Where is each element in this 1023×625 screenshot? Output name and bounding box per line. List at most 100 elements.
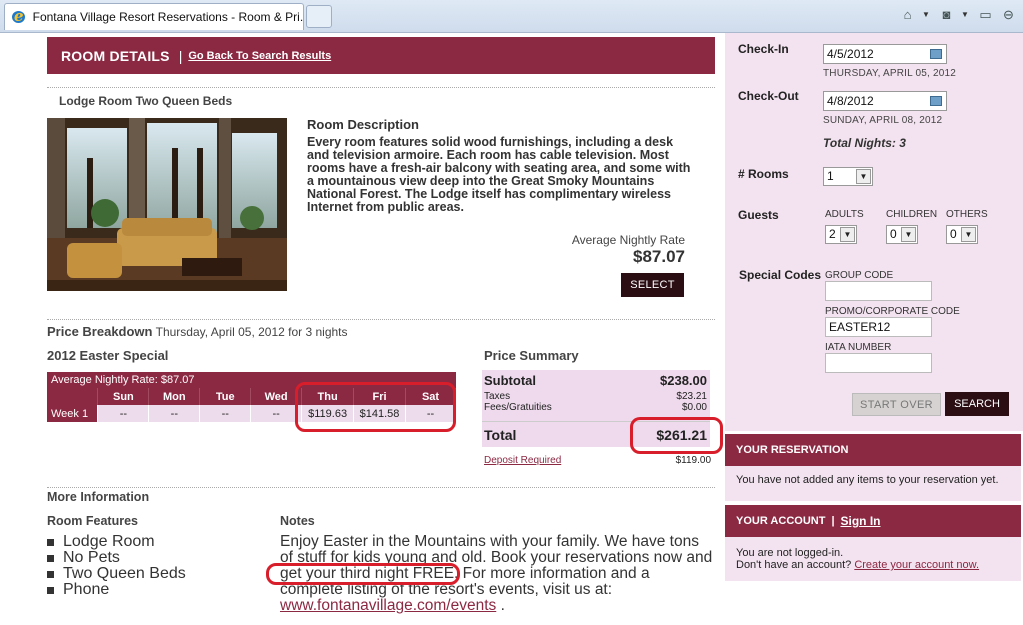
fees-label: Fees/Gratuities [484,402,552,413]
day-header: Fri [353,388,407,405]
promo-code-label: PROMO/CORPORATE CODE [825,306,960,317]
your-account-title: YOUR ACCOUNT [736,515,826,527]
your-account-header: YOUR ACCOUNT | Sign In [725,505,1021,537]
room-details-header: ROOM DETAILS | Go Back To Search Results [47,37,715,74]
rate-table-corner [47,388,99,405]
room-features-list: Lodge Room No Pets Two Queen Beds Phone [47,534,186,598]
bullet-icon [47,554,54,562]
room-features-title: Room Features [47,514,138,528]
your-reservation-title: YOUR RESERVATION [736,444,849,456]
group-code-input[interactable] [825,281,932,301]
rate-cell: -- [405,405,456,422]
rate-cell: -- [148,405,201,422]
search-button[interactable]: SEARCH [945,392,1009,416]
your-account-body: You are not logged-in. Don't have an acc… [725,537,1021,581]
iata-number-input[interactable] [825,353,932,373]
home-dropdown-icon[interactable]: ▼ [922,10,932,19]
group-code-label: GROUP CODE [825,270,894,281]
day-header: Mon [148,388,201,405]
rate-table-average: Average Nightly Rate: $87.07 [47,372,456,388]
list-item: Two Queen Beds [47,566,186,582]
calendar-icon[interactable] [930,96,942,106]
no-account-text: Don't have an account? [736,559,852,571]
your-reservation-header: YOUR RESERVATION [725,434,1021,466]
price-summary-title: Price Summary [484,348,579,363]
calendar-icon[interactable] [930,49,942,59]
new-tab-button[interactable] [306,5,332,28]
chevron-down-icon[interactable]: ▼ [901,227,916,242]
select-button[interactable]: SELECT [621,273,684,297]
your-reservation-body: You have not added any items to your res… [725,466,1021,501]
feature-text: No Pets [63,549,120,566]
notes-text: Enjoy Easter in the Mountains with your … [280,533,713,598]
more-information-title: More Information [47,487,715,504]
deposit-required-link[interactable]: Deposit Required [484,455,561,466]
checkin-label: Check-In [738,42,789,56]
list-item: Phone [47,582,186,598]
account-separator: | [831,515,835,527]
list-item: No Pets [47,550,186,566]
subtotal-label: Subtotal [484,373,536,388]
rooms-value: 1 [827,169,834,183]
notes-title: Notes [280,514,315,528]
feeds-dropdown-icon[interactable]: ▼ [961,10,971,19]
header-separator: | [178,47,183,64]
special-codes-label: Special Codes [739,268,822,282]
room-description-title: Room Description [307,117,419,132]
tools-icon[interactable]: ⊖ [1000,6,1017,23]
price-summary-box: Subtotal $238.00 Taxes $23.21 Fees/Gratu… [482,370,710,428]
sign-in-link[interactable]: Sign In [841,514,881,528]
rooms-select[interactable]: 1 ▼ [823,167,873,186]
checkin-input[interactable]: 4/5/2012 [823,44,947,64]
room-photo [47,118,287,291]
price-breakdown-header: Price Breakdown Thursday, April 05, 2012… [47,319,715,339]
average-rate-price: $87.07 [633,247,685,266]
feeds-icon[interactable]: ◙ [938,6,955,23]
week-label: Week 1 [47,405,99,422]
list-item: Lodge Room [47,534,186,550]
home-icon[interactable]: ⌂ [899,6,916,23]
others-select[interactable]: 0 ▼ [946,225,978,244]
adults-select[interactable]: 2 ▼ [825,225,857,244]
page-icon[interactable]: ▭ [977,6,994,23]
room-name: Lodge Room Two Queen Beds [47,87,715,108]
notes-end: . [500,597,505,614]
taxes-label: Taxes [484,391,511,402]
create-account-link[interactable]: Create your account now. [854,559,979,571]
rate-cell: $119.63 [301,405,355,422]
feature-text: Two Queen Beds [63,565,186,582]
checkout-value: 4/8/2012 [827,94,874,108]
checkin-value: 4/5/2012 [827,47,874,61]
special-title: 2012 Easter Special [47,348,169,363]
back-to-results-link[interactable]: Go Back To Search Results [188,50,331,62]
checkin-day: THURSDAY, APRIL 05, 2012 [823,68,957,79]
notes-body: Enjoy Easter in the Mountains with your … [280,534,716,614]
children-value: 0 [890,227,897,241]
price-breakdown-subtitle: Thursday, April 05, 2012 for 3 nights [155,325,348,339]
deposit-value: $119.00 [675,455,711,466]
total-row: Total $261.21 [482,421,710,447]
bullet-icon [47,538,54,546]
start-over-button[interactable]: START OVER [852,393,941,416]
iata-number-label: IATA NUMBER [825,342,892,353]
rate-cell: -- [199,405,252,422]
feature-text: Lodge Room [63,533,155,550]
reservation-message: You have not added any items to your res… [736,474,999,486]
total-value: $261.21 [656,427,707,443]
chevron-down-icon[interactable]: ▼ [840,227,855,242]
ie-icon [11,7,27,25]
browser-toolbar: Fontana Village Resort Reservations - Ro… [0,0,1023,33]
chevron-down-icon[interactable]: ▼ [856,169,871,184]
chevron-down-icon[interactable]: ▼ [961,227,976,242]
adults-value: 2 [829,227,836,241]
promo-code-input[interactable]: EASTER12 [825,317,932,337]
bullet-icon [47,586,54,594]
day-header: Thu [301,388,355,405]
taxes-value: $23.21 [676,391,707,402]
events-link[interactable]: www.fontanavillage.com/events [280,597,496,614]
rate-cell: -- [250,405,303,422]
children-select[interactable]: 0 ▼ [886,225,918,244]
browser-tab[interactable]: Fontana Village Resort Reservations - Ro… [4,3,304,30]
room-description: Every room features solid wood furnishin… [307,135,691,214]
checkout-input[interactable]: 4/8/2012 [823,91,947,111]
